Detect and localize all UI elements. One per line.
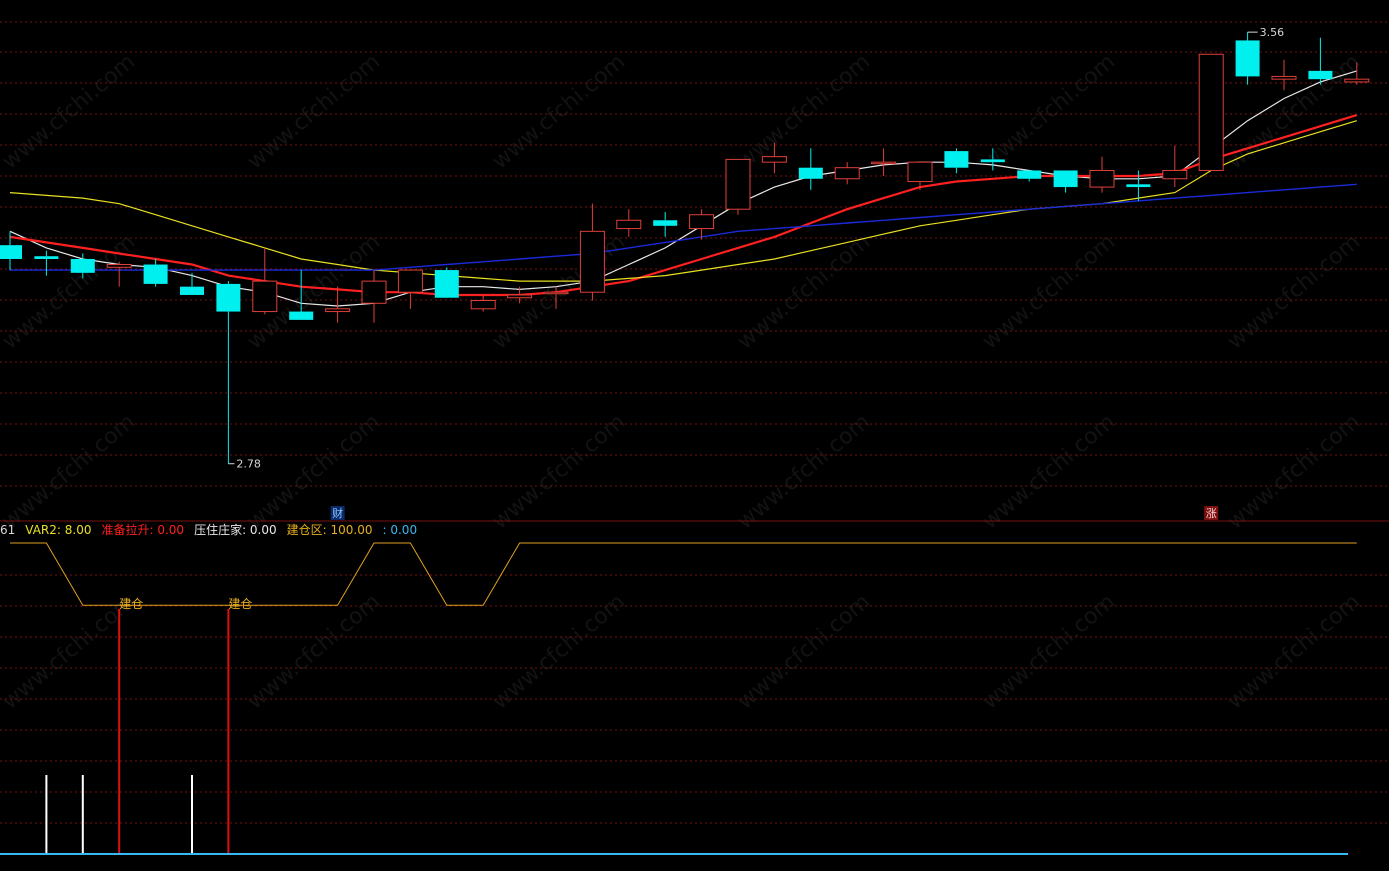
indicator-legend: 61 VAR2: 8.00 准备拉升: 0.00 压住庄家: 0.00 建仓区: 100… <box>0 522 417 537</box>
candle-body-down <box>216 283 241 312</box>
low-price-label: 2.78 <box>236 458 261 471</box>
marker-label: 财 <box>332 506 343 520</box>
candlestick[interactable] <box>725 158 751 215</box>
candle-body-down <box>70 259 95 273</box>
candle-body-down <box>980 159 1005 163</box>
candle-body-up <box>761 156 787 163</box>
candle-body-up <box>616 219 642 230</box>
candle-body-down <box>1017 170 1042 179</box>
candle-body-up <box>252 280 278 313</box>
candle-body-up <box>1089 169 1115 188</box>
candlestick[interactable] <box>434 267 459 298</box>
candle-body-up <box>871 161 897 165</box>
legend-item: : 0.00 <box>383 523 418 537</box>
legend-item: 61 <box>0 523 15 537</box>
candle-body-down <box>434 270 459 298</box>
candle-body-down <box>0 245 22 259</box>
legend-item: 建仓区: 100.00 <box>287 523 373 537</box>
candle-body-down <box>653 220 678 226</box>
stock-chart[interactable]: www.cfchi.com www.cfchi.com www.cfchi.com w… <box>0 0 1389 871</box>
high-price-label: 3.56 <box>1260 26 1285 39</box>
candle-body-down <box>1308 70 1333 80</box>
candle-body-down <box>1235 40 1260 77</box>
candle-body-down <box>180 286 204 295</box>
candle-body-up <box>1344 78 1370 83</box>
candle-body-down <box>1126 184 1151 188</box>
legend-item: 准备拉升: 0.00 <box>101 522 184 537</box>
candle-body-up <box>907 161 933 183</box>
candle-body-down <box>944 151 969 168</box>
candle-body-up <box>397 269 423 293</box>
candle-body-up <box>361 280 387 304</box>
candle-body-down <box>1053 170 1078 188</box>
candle-body-up <box>106 264 132 268</box>
candle-body-up <box>507 294 533 299</box>
candle-body-up <box>689 214 715 230</box>
candle-body-up <box>470 300 496 310</box>
candle-body-down <box>289 311 314 320</box>
signal-label: 建仓 <box>119 597 143 611</box>
candle-body-down <box>798 167 823 179</box>
candlestick[interactable] <box>1198 53 1224 171</box>
signal-label: 建仓 <box>228 597 252 611</box>
legend-item: VAR2: 8.00 <box>25 523 91 537</box>
candle-body-up <box>1162 169 1188 180</box>
candle-body-up <box>579 230 605 293</box>
marker-label: 涨 <box>1206 507 1217 520</box>
candle-body-up <box>1198 53 1224 171</box>
candle-body-up <box>1271 75 1297 80</box>
candle-body-down <box>34 256 59 259</box>
candle-body-down <box>143 264 168 284</box>
candle-body-up <box>725 158 751 210</box>
candle-body-up <box>325 308 351 313</box>
legend-item: 压住庄家: 0.00 <box>194 522 277 537</box>
candle-body-up <box>834 167 860 180</box>
candle-body-up <box>543 291 569 295</box>
chart-background <box>0 0 1389 871</box>
